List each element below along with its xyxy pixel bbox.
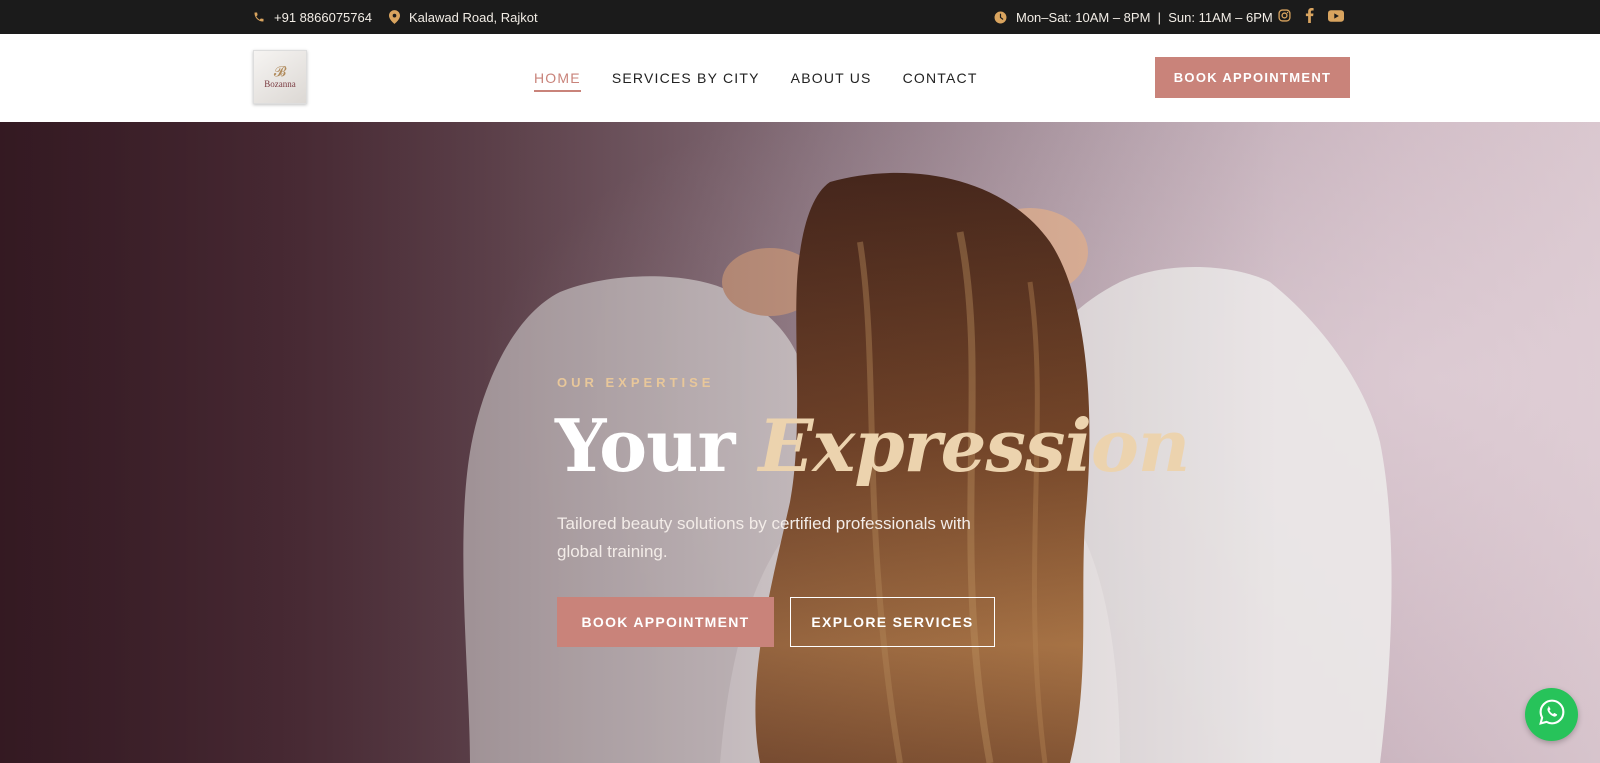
address-text: Kalawad Road, Rajkot [409, 9, 538, 25]
headline-accent: Expression [758, 403, 1191, 488]
hero-section: OUR EXPERTISE Your Expression Tailored b… [0, 122, 1600, 763]
hero-subtext: Tailored beauty solutions by certified p… [557, 514, 971, 561]
hero-headline: Your Expression [555, 400, 1191, 492]
youtube-icon[interactable] [1328, 9, 1344, 25]
logo-monogram-icon: 𝓑 [273, 64, 287, 80]
clock-icon [994, 11, 1007, 24]
hero-eyebrow: OUR EXPERTISE [557, 375, 715, 390]
nav-home[interactable]: HOME [534, 66, 581, 92]
address-info: Kalawad Road, Rajkot [389, 0, 538, 34]
explore-services-button[interactable]: EXPLORE SERVICES [790, 597, 995, 647]
site-logo[interactable]: 𝓑 Bozanna [253, 50, 307, 104]
phone-contact[interactable]: +91 8866075764 [253, 0, 372, 34]
instagram-icon[interactable] [1278, 9, 1291, 25]
location-pin-icon [389, 10, 400, 24]
headline-plain: Your [555, 403, 735, 488]
main-navigation: HOME SERVICES BY CITY ABOUT US CONTACT [534, 34, 978, 122]
whatsapp-icon [1538, 698, 1566, 731]
nav-services-by-city[interactable]: SERVICES BY CITY [612, 66, 760, 90]
nav-about-us[interactable]: ABOUT US [791, 66, 872, 90]
hours-text: Mon–Sat: 10AM – 8PM | Sun: 11AM – 6PM [1016, 9, 1273, 25]
phone-number: +91 8866075764 [274, 9, 372, 25]
phone-icon [253, 11, 265, 23]
opening-hours: Mon–Sat: 10AM – 8PM | Sun: 11AM – 6PM [994, 0, 1273, 34]
top-info-bar: +91 8866075764 Kalawad Road, Rajkot Mon–… [0, 0, 1600, 34]
header-book-appointment-button[interactable]: BOOK APPOINTMENT [1155, 57, 1350, 98]
facebook-icon[interactable] [1305, 8, 1314, 26]
whatsapp-button[interactable] [1525, 688, 1578, 741]
hero-book-appointment-button[interactable]: BOOK APPOINTMENT [557, 597, 774, 647]
nav-contact[interactable]: CONTACT [903, 66, 978, 90]
social-links [1278, 0, 1344, 34]
site-header: 𝓑 Bozanna HOME SERVICES BY CITY ABOUT US… [0, 34, 1600, 122]
logo-wordmark: Bozanna [264, 79, 296, 89]
